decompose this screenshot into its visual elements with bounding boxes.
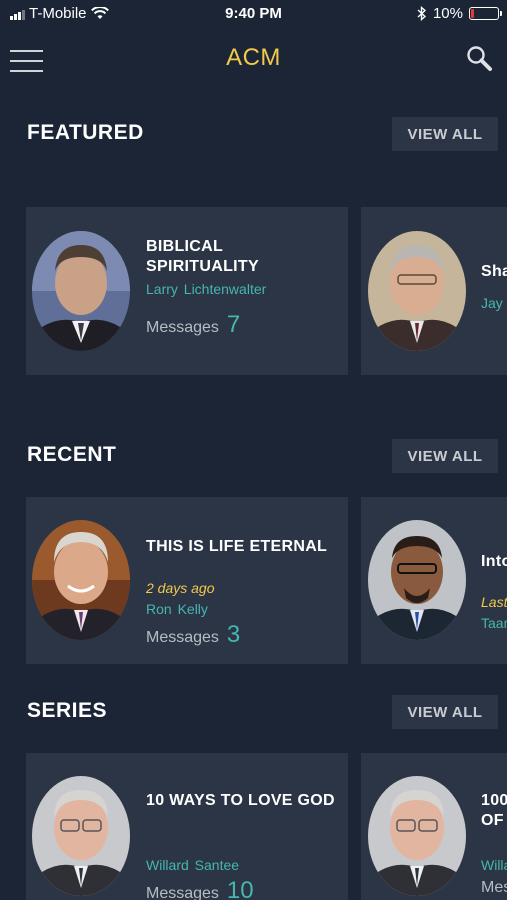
card-author: Jay [481, 295, 503, 311]
recent-view-all-button[interactable]: VIEW ALL [392, 439, 498, 473]
series-card[interactable]: 10 WAYS TO LOVE GOD Willard Santee Messa… [26, 753, 348, 900]
featured-header: FEATURED VIEW ALL [0, 117, 507, 151]
speaker-photo [368, 231, 466, 351]
card-title: THIS IS LIFE ETERNAL [146, 538, 328, 555]
speaker-photo [32, 776, 130, 896]
card-title: 100 OF [481, 792, 507, 829]
featured-row[interactable]: BIBLICAL SPIRITUALITY Larry Lichtenwalte… [0, 207, 507, 375]
card-title: Into [481, 553, 507, 570]
bluetooth-icon [417, 6, 427, 21]
card-author: Taar [481, 615, 507, 631]
recent-header: RECENT VIEW ALL [0, 439, 507, 473]
count-label: Messages [146, 629, 219, 646]
speaker-photo [368, 520, 466, 640]
section-title: RECENT [27, 443, 117, 466]
series-view-all-button[interactable]: VIEW ALL [392, 695, 498, 729]
card-author: Larry Lichtenwalter [146, 281, 267, 297]
card-date: 2 days ago [146, 580, 215, 596]
speaker-photo [32, 520, 130, 640]
message-count: Mes [481, 879, 507, 897]
message-count: Messages 7 [146, 311, 240, 339]
card-title: Sha [481, 263, 507, 280]
recent-card[interactable]: Into Last Taar [361, 497, 507, 664]
message-count: Messages 10 [146, 877, 254, 900]
featured-card[interactable]: Sha Jay [361, 207, 507, 375]
card-date: Last [481, 594, 507, 610]
series-header: SERIES VIEW ALL [0, 695, 507, 729]
app-title: ACM [226, 44, 281, 71]
section-title: SERIES [27, 699, 108, 722]
battery-percent: 10% [432, 5, 463, 22]
count-label: Messages [146, 319, 219, 336]
count-label: Messages [146, 885, 219, 900]
speaker-photo [368, 776, 466, 896]
card-author: Ron Kelly [146, 601, 208, 617]
card-author: Willa [481, 857, 507, 873]
search-button[interactable] [465, 44, 495, 74]
status-right: 10% [417, 5, 502, 22]
count-value: 10 [226, 877, 254, 900]
count-label: Mes [481, 879, 507, 896]
card-title: 10 WAYS TO LOVE GOD [146, 792, 335, 809]
recent-card[interactable]: THIS IS LIFE ETERNAL 2 days ago Ron Kell… [26, 497, 348, 664]
section-title: FEATURED [27, 121, 144, 144]
hamburger-icon [10, 50, 43, 52]
series-row[interactable]: 10 WAYS TO LOVE GOD Willard Santee Messa… [0, 753, 507, 900]
battery-icon [469, 7, 502, 20]
featured-card[interactable]: BIBLICAL SPIRITUALITY Larry Lichtenwalte… [26, 207, 348, 375]
series-card[interactable]: 100 OF Willa Mes [361, 753, 507, 900]
recent-row[interactable]: THIS IS LIFE ETERNAL 2 days ago Ron Kell… [0, 497, 507, 664]
status-bar: T-Mobile 9:40 PM 10% [0, 0, 507, 28]
menu-button[interactable] [10, 48, 44, 74]
card-author: Willard Santee [146, 857, 240, 873]
featured-view-all-button[interactable]: VIEW ALL [392, 117, 498, 151]
card-title: BIBLICAL SPIRITUALITY [146, 238, 259, 275]
search-icon [467, 46, 492, 71]
speaker-photo [32, 231, 130, 351]
count-value: 7 [226, 311, 241, 338]
count-value: 3 [226, 621, 241, 648]
message-count: Messages 3 [146, 621, 240, 649]
nav-bar: ACM [0, 36, 507, 84]
